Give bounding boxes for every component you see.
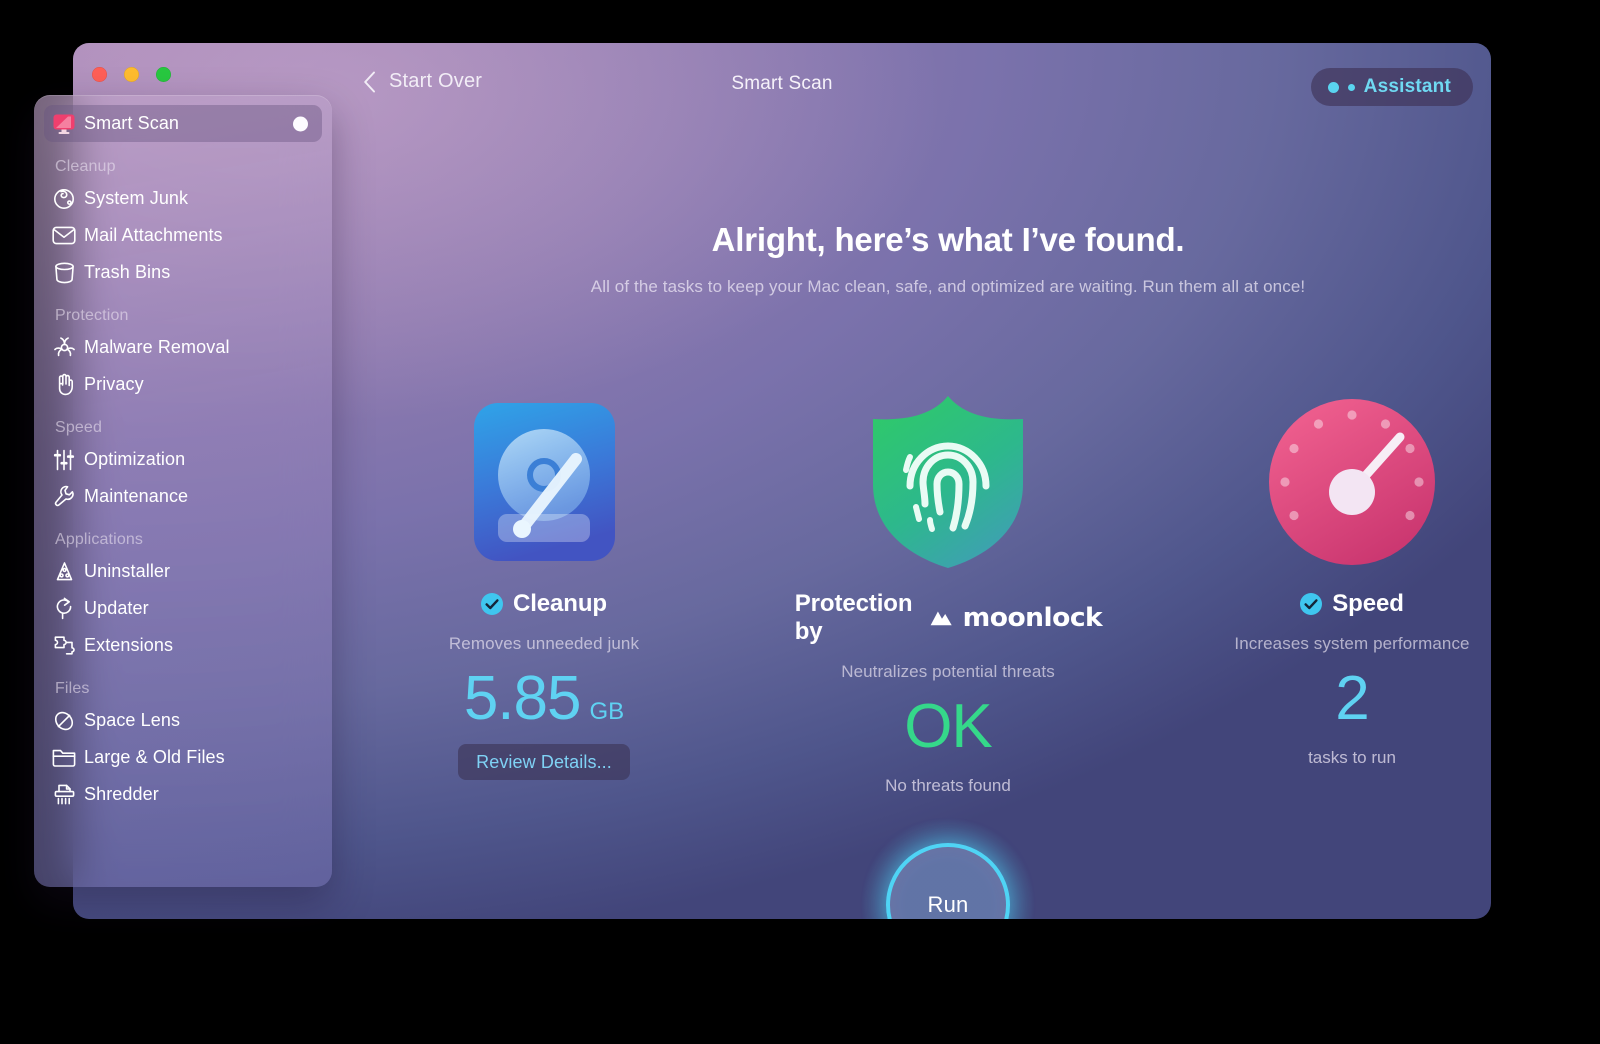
cleanup-value-unit: GB <box>589 698 625 725</box>
sidebar-group-speed-title: Speed <box>55 419 103 436</box>
cleanup-value-number: 5.85 <box>463 664 582 733</box>
sidebar-item-malware-removal[interactable]: Malware Removal <box>44 329 322 366</box>
card-speed: Speed Increases system performance 2 tas… <box>1213 389 1491 796</box>
sidebar-item-label: Uninstaller <box>84 561 171 581</box>
trash-icon <box>44 259 84 287</box>
review-details-label: Review Details... <box>476 751 612 772</box>
speed-value-number: 2 <box>1335 664 1369 733</box>
main-content: Alright, here’s what I’ve found. All of … <box>405 131 1491 919</box>
sidebar-item-label: Maintenance <box>84 486 189 506</box>
sidebar-group-files-title: Files <box>55 680 90 697</box>
protection-title: Protection by <box>794 590 913 645</box>
sidebar-item-label: Updater <box>84 598 149 618</box>
page-subheadline: All of the tasks to keep your Mac clean,… <box>590 277 1306 296</box>
sidebar-item-label: Optimization <box>84 449 186 469</box>
sidebar-item-label: Smart Scan <box>84 113 180 133</box>
check-badge-icon <box>1300 593 1323 615</box>
sidebar-item-label: Extensions <box>84 635 174 655</box>
folder-icon <box>44 744 84 772</box>
cleanup-value: 5.85 GB <box>464 668 624 730</box>
refresh-icon <box>44 595 84 623</box>
cleanup-title-row: Cleanup <box>481 590 607 618</box>
sidebar-item-label: Mail Attachments <box>84 225 223 245</box>
sidebar-group-applications-title: Applications <box>55 531 144 548</box>
moonlock-wordmark: moonlock <box>963 603 1103 633</box>
hard-drive-icon <box>473 389 616 574</box>
speed-title: Speed <box>1332 590 1404 617</box>
assistant-dot-large <box>1327 81 1339 93</box>
wrench-icon <box>44 483 84 511</box>
assistant-label: Assistant <box>1363 76 1451 97</box>
sidebar-item-mail-attachments[interactable]: Mail Attachments <box>44 217 322 254</box>
sidebar-item-extensions[interactable]: Extensions <box>44 627 322 664</box>
sidebar-item-shredder[interactable]: Shredder <box>44 776 322 813</box>
sidebar-item-space-lens[interactable]: Space Lens <box>44 702 322 739</box>
smart-scan-status-dot <box>293 116 308 131</box>
speed-value: 2 <box>1335 664 1369 733</box>
sidebar-group-protection-title: Protection <box>55 307 129 324</box>
sidebar-item-label: Space Lens <box>84 710 181 730</box>
sidebar-item-trash-bins[interactable]: Trash Bins <box>44 254 322 291</box>
sidebar-item-smart-scan[interactable]: Smart Scan <box>44 105 322 142</box>
speed-footnote: tasks to run <box>1308 748 1396 767</box>
puzzle-icon <box>44 632 84 660</box>
junk-icon <box>44 185 84 213</box>
space-lens-icon <box>44 707 84 735</box>
sidebar-item-label: Shredder <box>84 784 159 804</box>
moonlock-mark-icon <box>930 611 952 626</box>
mail-icon <box>44 222 84 250</box>
sidebar-item-privacy[interactable]: Privacy <box>44 366 322 403</box>
sidebar-item-uninstaller[interactable]: Uninstaller <box>44 553 322 590</box>
protection-subtitle: Neutralizes potential threats <box>841 662 1055 681</box>
window-title: Smart Scan <box>731 73 833 94</box>
sidebar-item-maintenance[interactable]: Maintenance <box>44 478 322 515</box>
speed-subtitle: Increases system performance <box>1234 634 1470 653</box>
sidebar-item-large-old-files[interactable]: Large & Old Files <box>44 739 322 776</box>
sidebar-item-label: Privacy <box>84 374 144 394</box>
sidebar-item-label: Large & Old Files <box>84 747 225 767</box>
protection-title-row: Protection by moonlock <box>794 590 1103 646</box>
hand-icon <box>44 371 84 399</box>
card-cleanup: Cleanup Removes unneeded junk 5.85 GB Re… <box>405 389 683 796</box>
cleanup-subtitle: Removes unneeded junk <box>448 634 640 653</box>
speed-gauge-icon <box>1267 389 1437 574</box>
shredder-icon <box>44 781 84 809</box>
page-headline: Alright, here’s what I’ve found. <box>711 221 1185 258</box>
run-button-label: Run <box>927 892 969 917</box>
sidebar-item-label: Trash Bins <box>84 262 171 282</box>
uninstaller-icon <box>44 558 84 586</box>
assistant-dot-small <box>1347 83 1355 91</box>
monitor-icon <box>44 110 84 138</box>
protection-value-text: OK <box>904 692 993 761</box>
protection-footnote: No threats found <box>885 776 1011 795</box>
run-button-wrap: Run <box>860 817 1036 919</box>
result-cards: Cleanup Removes unneeded junk 5.85 GB Re… <box>405 389 1491 796</box>
assistant-button[interactable]: Assistant <box>1310 68 1473 106</box>
sidebar-item-updater[interactable]: Updater <box>44 590 322 627</box>
sidebar-group-cleanup-title: Cleanup <box>55 158 116 175</box>
sidebar-item-system-junk[interactable]: System Junk <box>44 180 322 217</box>
sliders-icon <box>44 446 84 474</box>
sidebar: Smart Scan Cleanup System Junk Mail Atta… <box>34 95 332 887</box>
card-protection: Protection by moonlock Neutralizes poten… <box>795 389 1103 796</box>
check-badge-icon <box>481 593 503 615</box>
review-details-button[interactable]: Review Details... <box>458 744 630 780</box>
cleanup-title: Cleanup <box>513 590 607 617</box>
biohazard-icon <box>44 334 84 362</box>
sidebar-item-optimization[interactable]: Optimization <box>44 441 322 478</box>
shield-fingerprint-icon <box>863 389 1033 574</box>
sidebar-item-label: Malware Removal <box>84 337 230 357</box>
sidebar-item-label: System Junk <box>84 188 189 208</box>
speed-title-row: Speed <box>1300 590 1404 618</box>
protection-value: OK <box>904 692 993 761</box>
